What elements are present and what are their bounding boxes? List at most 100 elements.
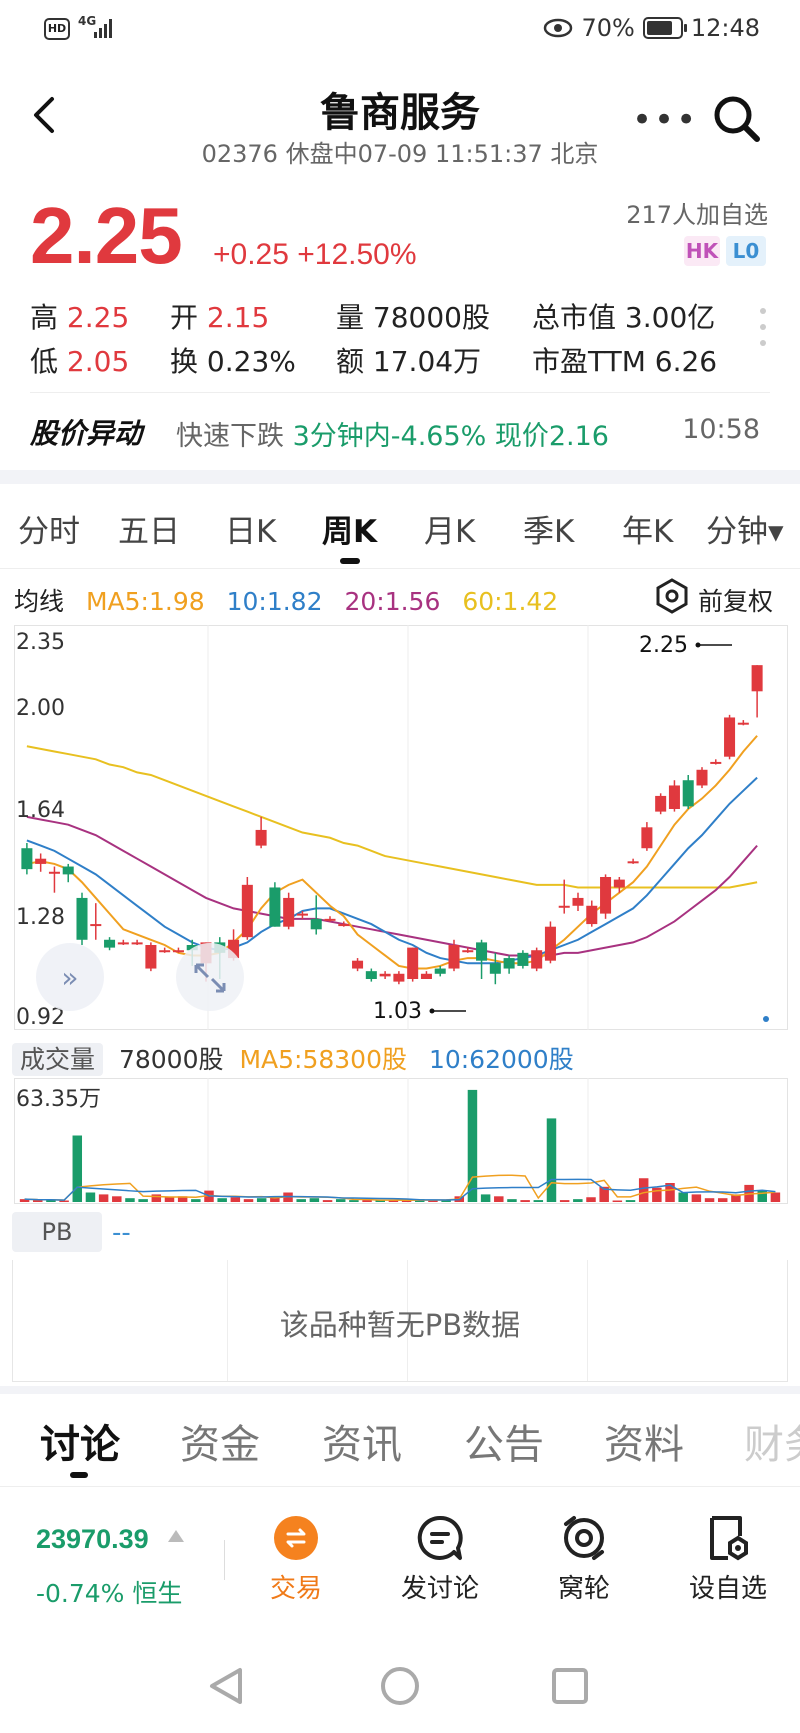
y-tick-label: 1.28 [16, 905, 65, 930]
trade-icon [274, 1516, 318, 1560]
adjust-mode[interactable]: 前复权 [698, 582, 773, 618]
post-discussion-button[interactable]: 发讨论 [380, 1514, 500, 1605]
candle [21, 843, 33, 875]
divider [224, 1540, 225, 1580]
level-badge: L0 [726, 236, 766, 266]
volume-bar [612, 1200, 623, 1202]
tab-daily[interactable]: 日K [225, 506, 276, 551]
volume-bar [691, 1194, 702, 1202]
ma-legend: 均线 MA5:1.98 10:1.82 20:1.56 60:1.42 [14, 587, 559, 616]
high-marker: 2.25 [639, 633, 732, 658]
volume-bar [125, 1198, 135, 1202]
volume-bar [349, 1200, 359, 1202]
volume-bar [335, 1199, 346, 1202]
candle [117, 939, 129, 945]
tab-intraday[interactable]: 分时 [18, 506, 80, 551]
fullscreen-button[interactable] [176, 943, 244, 1011]
signal-icon [94, 19, 112, 38]
y-tick-label: 2.35 [16, 630, 65, 655]
tab-news[interactable]: 资讯 [322, 1412, 402, 1470]
volume-bar [546, 1118, 557, 1202]
tab-announcements[interactable]: 公告 [464, 1412, 544, 1470]
trade-button[interactable]: 交易 [236, 1514, 356, 1605]
kline-chart[interactable]: 2.35 2.00 1.64 1.28 0.92 2.25 1.03 » [14, 625, 788, 1030]
svg-text:»: » [61, 961, 78, 994]
volume-bar [520, 1200, 530, 1202]
stat-mktcap: 总市值 3.00亿 [532, 301, 716, 334]
y-tick-label: 2.00 [16, 696, 65, 721]
price-change: +0.25 +12.50% [213, 238, 417, 271]
index-value[interactable]: 23970.39 [36, 1524, 149, 1555]
tab-capital[interactable]: 资金 [180, 1412, 260, 1470]
candle [48, 866, 60, 893]
volume-bar [164, 1197, 175, 1202]
volume-bar [243, 1199, 254, 1202]
tab-weekly[interactable]: 周K [322, 506, 377, 551]
alert-text[interactable]: 快速下跌 3分钟内-4.65% 现价2.16 [176, 414, 609, 453]
stat-low: 低 2.05 [30, 345, 130, 378]
volume-bar [638, 1178, 649, 1202]
last-price: 2.25 [30, 191, 183, 280]
tab-minute[interactable]: 分钟▾ [706, 506, 784, 551]
volume-max-label: 63.35万 [16, 1087, 101, 1112]
volume-bar [717, 1198, 728, 1202]
tab-discussion[interactable]: 讨论 [40, 1412, 120, 1470]
tab-five-day[interactable]: 五日 [118, 506, 180, 551]
tab-monthly[interactable]: 月K [424, 506, 475, 551]
volume-bar [72, 1135, 83, 1202]
candle [655, 793, 667, 815]
expand-stats-icon[interactable] [760, 308, 768, 356]
alert-title: 股价异动 [30, 417, 143, 450]
candle [269, 882, 281, 927]
nav-back-icon [210, 1668, 242, 1704]
volume-bar [296, 1199, 306, 1202]
candle [668, 780, 680, 812]
candle [724, 714, 736, 760]
candle [365, 968, 377, 982]
index-change[interactable]: -0.74% 恒生 [36, 1574, 182, 1610]
candle [76, 892, 88, 945]
candle [310, 895, 322, 935]
expand-up-icon[interactable] [168, 1530, 184, 1542]
tab-indicator [340, 558, 360, 564]
candle [145, 942, 157, 972]
candle [131, 939, 143, 945]
volume-bar [494, 1196, 504, 1202]
nav-home-icon [381, 1667, 419, 1705]
candle [407, 947, 419, 982]
settings-icon[interactable] [654, 578, 690, 614]
collapse-panel-button[interactable]: » [36, 943, 104, 1011]
stock-code: 02376 [201, 140, 278, 168]
tab-yearly[interactable]: 年K [622, 506, 673, 551]
divider [0, 568, 800, 569]
pb-indicator[interactable]: PB [12, 1212, 102, 1252]
candle [172, 947, 184, 953]
warrants-button[interactable]: 窝轮 [524, 1514, 644, 1605]
eye-icon [544, 18, 573, 38]
tab-quarterly[interactable]: 季K [523, 506, 574, 551]
status-right: 70% 12:48 [543, 14, 760, 42]
stat-pe: 市盈TTM 6.26 [532, 345, 718, 378]
volume-bar [770, 1192, 781, 1202]
low-marker: 1.03 [373, 999, 466, 1024]
add-watchlist-button[interactable]: 设自选 [668, 1514, 788, 1605]
volume-legend: 成交量 78000股 MA5:58300股 10:62000股 [12, 1040, 574, 1076]
stat-amount: 额 17.04万 [336, 345, 482, 378]
hd-icon: HD [44, 18, 70, 40]
volume-bar [678, 1192, 688, 1202]
battery-percent: 70% [581, 14, 635, 42]
tab-profile[interactable]: 资料 [604, 1412, 684, 1470]
volume-bar [217, 1198, 227, 1202]
candle [393, 971, 405, 985]
candle [90, 903, 102, 940]
section-separator [0, 1386, 800, 1394]
tab-financials[interactable]: 财务 [744, 1412, 800, 1470]
divider [30, 392, 770, 393]
nav-recents-icon [552, 1668, 588, 1704]
volume-chart[interactable]: 63.35万 [14, 1078, 788, 1204]
status-bar: HD 4G 70% 12:48 [0, 0, 800, 60]
stat-open: 开 2.15 [170, 301, 270, 334]
candle [489, 952, 501, 985]
search-icon[interactable] [712, 94, 762, 144]
more-icon[interactable]: ••• [632, 100, 698, 140]
